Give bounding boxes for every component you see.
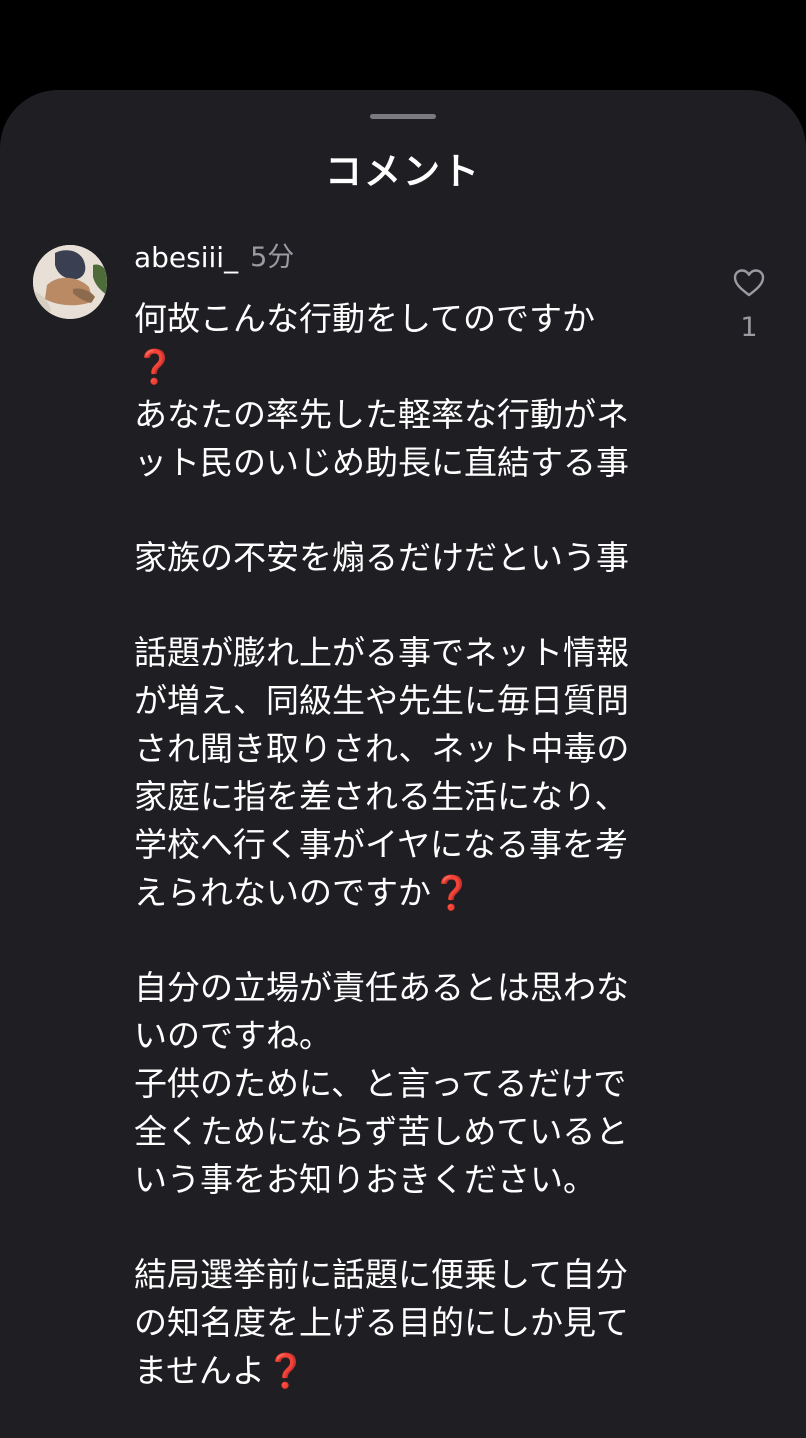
comment-line: いのですね。 <box>134 1016 332 1055</box>
comment-line: 話題が膨れ上がる事でネット情報 <box>134 633 629 672</box>
avatar[interactable] <box>33 245 107 319</box>
like-button[interactable]: 1 <box>718 266 780 348</box>
comments-sheet: コメント abesiii_ 5分 何故こんな行動をしてのですか ❓ あなたの率先した… <box>0 90 806 1438</box>
comment-line: えられないのですか❓ <box>134 873 473 912</box>
comment-line: 学校へ行く事がイヤになる事を考 <box>134 825 629 864</box>
comment-line: 家族の不安を煽るだけだという事 <box>134 538 629 577</box>
comment-text: 何故こんな行動をしてのですか ❓ あなたの率先した軽率な行動がネ ット民のいじめ助長に… <box>134 295 704 1395</box>
drag-handle[interactable] <box>370 114 436 119</box>
comment-line: 子供のために、と言ってるだけで <box>134 1064 627 1103</box>
comment-line: ❓ <box>134 343 704 391</box>
question-mark-emoji: ❓ <box>431 873 473 912</box>
comment-line: が増え、同級生や先生に毎日質問 <box>134 681 629 720</box>
heart-outline-icon <box>733 269 765 297</box>
comment-line: 全くためにならず苦しめていると <box>134 1112 629 1151</box>
comment-line: 家庭に指を差される生活になり、 <box>134 777 628 816</box>
comment-line: 何故こんな行動をしてのですか <box>134 299 596 338</box>
like-count: 1 <box>740 312 758 343</box>
comment-line: の知名度を上げる目的にしか見て <box>134 1303 629 1342</box>
comment-line: 自分の立場が責任あるとは思わな <box>134 968 629 1007</box>
comment-line: あなたの率先した軽率な行動がネ <box>134 395 629 434</box>
timestamp: 5分 <box>250 242 295 273</box>
comment-line: 結局選挙前に話題に便乗して自分 <box>134 1255 629 1294</box>
question-mark-emoji: ❓ <box>134 347 176 386</box>
avatar-photo <box>33 245 107 319</box>
comment-meta: abesiii_ 5分 <box>134 238 294 278</box>
question-mark-emoji: ❓ <box>265 1351 307 1390</box>
comment-line: ませんよ❓ <box>134 1351 307 1390</box>
comment-line: され聞き取りされ、ネット中毒の <box>134 729 630 768</box>
comment-line: ット民のいじめ助長に直結する事 <box>134 443 629 482</box>
comment-line: いう事をお知りおきください。 <box>134 1160 596 1199</box>
sheet-title: コメント <box>325 150 481 193</box>
username[interactable]: abesiii_ <box>134 238 238 278</box>
